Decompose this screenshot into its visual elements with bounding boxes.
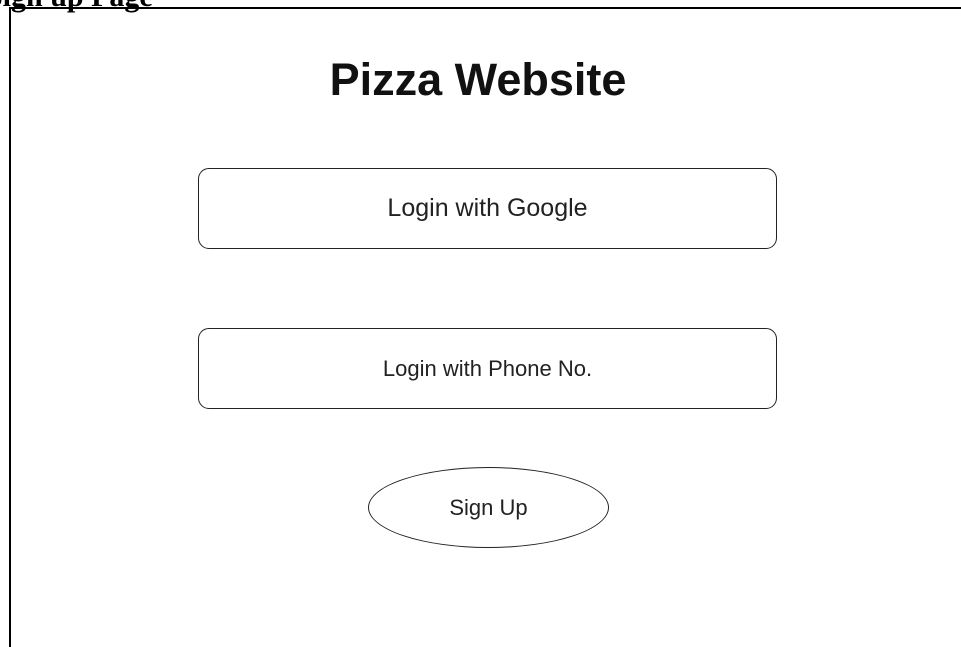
login-with-phone-button[interactable]: Login with Phone No. bbox=[198, 328, 777, 409]
site-title: Pizza Website bbox=[329, 54, 627, 105]
login-with-google-label: Login with Google bbox=[387, 194, 588, 222]
login-with-google-button[interactable]: Login with Google bbox=[198, 168, 777, 249]
sign-up-label: Sign Up bbox=[449, 494, 528, 520]
sign-up-button[interactable]: Sign Up bbox=[368, 467, 609, 548]
login-with-phone-label: Login with Phone No. bbox=[382, 355, 593, 381]
